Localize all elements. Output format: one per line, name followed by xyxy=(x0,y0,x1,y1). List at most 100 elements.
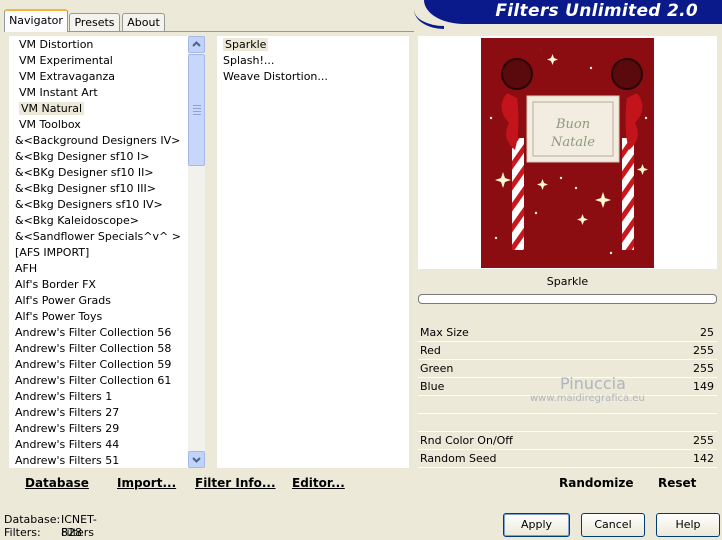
parameter-value: 142 xyxy=(693,452,714,465)
randomize-button[interactable]: Randomize xyxy=(559,476,633,490)
parameter-slider[interactable]: Max Size 25 xyxy=(418,324,717,342)
chevron-up-icon xyxy=(192,41,201,47)
status-filters: Filters: 828 xyxy=(4,526,82,539)
parameter-slider[interactable] xyxy=(418,414,717,432)
preview-image-text-1: Buon xyxy=(555,117,590,132)
category-item[interactable]: &<Bkg Designer sf10 I> xyxy=(9,149,188,165)
cancel-button[interactable]: Cancel xyxy=(581,513,645,537)
category-item[interactable]: [AFS IMPORT] xyxy=(9,245,188,261)
filter-item[interactable]: Sparkle xyxy=(217,37,409,53)
status-filters-value: 828 xyxy=(61,526,82,539)
parameter-value: 25 xyxy=(700,326,714,339)
parameter-slider[interactable]: Red 255 xyxy=(418,342,717,360)
category-item-label: VM Toolbox xyxy=(19,118,81,131)
parameter-label: Blue xyxy=(420,380,445,393)
category-item-label: &<Bkg Kaleidoscope> xyxy=(15,214,140,227)
category-item[interactable]: &<Bkg Designers sf10 IV> xyxy=(9,197,188,213)
category-item-label: VM Extravaganza xyxy=(19,70,116,83)
filter-item[interactable]: Splash!... xyxy=(217,53,409,69)
filter-item[interactable]: Weave Distortion... xyxy=(217,69,409,85)
parameter-label: Max Size xyxy=(420,326,469,339)
category-item[interactable]: Andrew's Filter Collection 58 xyxy=(9,341,188,357)
category-item[interactable]: &<Bkg Kaleidoscope> xyxy=(9,213,188,229)
category-item-label: Alf's Power Grads xyxy=(15,294,111,307)
category-item[interactable]: Andrew's Filters 51 xyxy=(9,453,188,468)
category-item-label: VM Distortion xyxy=(19,38,94,51)
category-item-label: Andrew's Filters 51 xyxy=(15,454,120,467)
reset-button[interactable]: Reset xyxy=(658,476,696,490)
category-item-label: &<BKg Designer sf10 II> xyxy=(15,166,154,179)
category-item[interactable]: VM Distortion xyxy=(9,37,188,53)
category-item-label: Andrew's Filter Collection 59 xyxy=(15,358,172,371)
category-item-label: Andrew's Filter Collection 61 xyxy=(15,374,172,387)
parameter-value: 255 xyxy=(693,362,714,375)
category-item-label: &<Bkg Designer sf10 I> xyxy=(15,150,150,163)
category-item[interactable]: &<Bkg Designer sf10 III> xyxy=(9,181,188,197)
apply-button[interactable]: Apply xyxy=(503,513,570,537)
tab-navigator[interactable]: Navigator xyxy=(4,9,68,32)
category-item-label: &<Sandflower Specials^v^ > xyxy=(15,230,181,243)
category-scrollbar[interactable] xyxy=(188,36,205,468)
category-item[interactable]: VM Natural xyxy=(9,101,188,117)
category-item[interactable]: &<BKg Designer sf10 II> xyxy=(9,165,188,181)
category-item-label: VM Instant Art xyxy=(19,86,98,99)
category-item[interactable]: Alf's Power Toys xyxy=(9,309,188,325)
category-item-label: Andrew's Filters 44 xyxy=(15,438,120,451)
category-item[interactable]: &<Sandflower Specials^v^ > xyxy=(9,229,188,245)
category-item[interactable]: Andrew's Filters 29 xyxy=(9,421,188,437)
category-item[interactable]: VM Extravaganza xyxy=(9,69,188,85)
category-item-label: Andrew's Filters 1 xyxy=(15,390,113,403)
category-item-label: Andrew's Filter Collection 56 xyxy=(15,326,172,339)
category-item[interactable]: Andrew's Filters 27 xyxy=(9,405,188,421)
category-item[interactable]: Andrew's Filters 1 xyxy=(9,389,188,405)
category-item-label: &<Bkg Designer sf10 III> xyxy=(15,182,157,195)
filter-list[interactable]: Sparkle Splash!... Weave Distortion... xyxy=(217,36,409,468)
header-banner: Filters Unlimited 2.0 xyxy=(414,0,722,29)
category-item-label: AFH xyxy=(15,262,38,275)
watermark-url: www.maidiregrafica.eu xyxy=(530,393,645,404)
category-item[interactable]: AFH xyxy=(9,261,188,277)
category-item[interactable]: Andrew's Filter Collection 56 xyxy=(9,325,188,341)
tab-presets[interactable]: Presets xyxy=(69,13,120,32)
category-item[interactable]: Andrew's Filter Collection 59 xyxy=(9,357,188,373)
editor-button[interactable]: Editor... xyxy=(292,476,345,490)
category-item-label: VM Experimental xyxy=(19,54,113,67)
category-item[interactable]: &<Background Designers IV> xyxy=(9,133,188,149)
category-item[interactable]: VM Instant Art xyxy=(9,85,188,101)
scroll-down-button[interactable] xyxy=(188,451,205,468)
status-filters-label: Filters: xyxy=(4,526,41,539)
category-item[interactable]: Alf's Border FX xyxy=(9,277,188,293)
parameter-value: 255 xyxy=(693,344,714,357)
parameter-track xyxy=(418,467,717,468)
watermark: Pinuccia www.maidiregrafica.eu xyxy=(530,374,645,404)
help-button[interactable]: Help xyxy=(656,513,720,537)
filter-info-button[interactable]: Filter Info... xyxy=(195,476,276,490)
status-database-label: Database: xyxy=(4,513,61,526)
tab-about[interactable]: About xyxy=(122,13,165,32)
watermark-name: Pinuccia xyxy=(560,374,626,393)
parameter-slider[interactable]: Rnd Color On/Off 255 xyxy=(418,432,717,450)
import-button[interactable]: Import... xyxy=(117,476,176,490)
category-list[interactable]: VM Distortion VM Experimental VM Extravaga… xyxy=(9,36,188,468)
category-item[interactable]: Andrew's Filters 44 xyxy=(9,437,188,453)
category-item[interactable]: Andrew's Filter Collection 61 xyxy=(9,373,188,389)
category-item[interactable]: VM Experimental xyxy=(9,53,188,69)
current-filter-name: Sparkle xyxy=(418,270,717,294)
database-button[interactable]: Database xyxy=(25,476,89,490)
category-item-label: &<Bkg Designers sf10 IV> xyxy=(15,198,163,211)
app-title: Filters Unlimited 2.0 xyxy=(495,1,698,21)
category-item[interactable]: Alf's Power Grads xyxy=(9,293,188,309)
scroll-up-button[interactable] xyxy=(188,36,205,53)
preview-image: Buon Natale xyxy=(481,38,654,268)
parameter-slider[interactable]: Random Seed 142 xyxy=(418,450,717,468)
category-item[interactable]: VM Toolbox xyxy=(9,117,188,133)
parameter-label: Green xyxy=(420,362,454,375)
parameter-label: Rnd Color On/Off xyxy=(420,434,513,447)
filter-item-label: Weave Distortion... xyxy=(223,70,328,83)
scroll-thumb[interactable] xyxy=(188,54,205,166)
parameter-label: Random Seed xyxy=(420,452,497,465)
category-item-label: Andrew's Filter Collection 58 xyxy=(15,342,172,355)
preview-image-text-2: Natale xyxy=(550,135,595,150)
chevron-down-icon xyxy=(192,457,201,463)
filter-item-label: Sparkle xyxy=(223,38,269,51)
